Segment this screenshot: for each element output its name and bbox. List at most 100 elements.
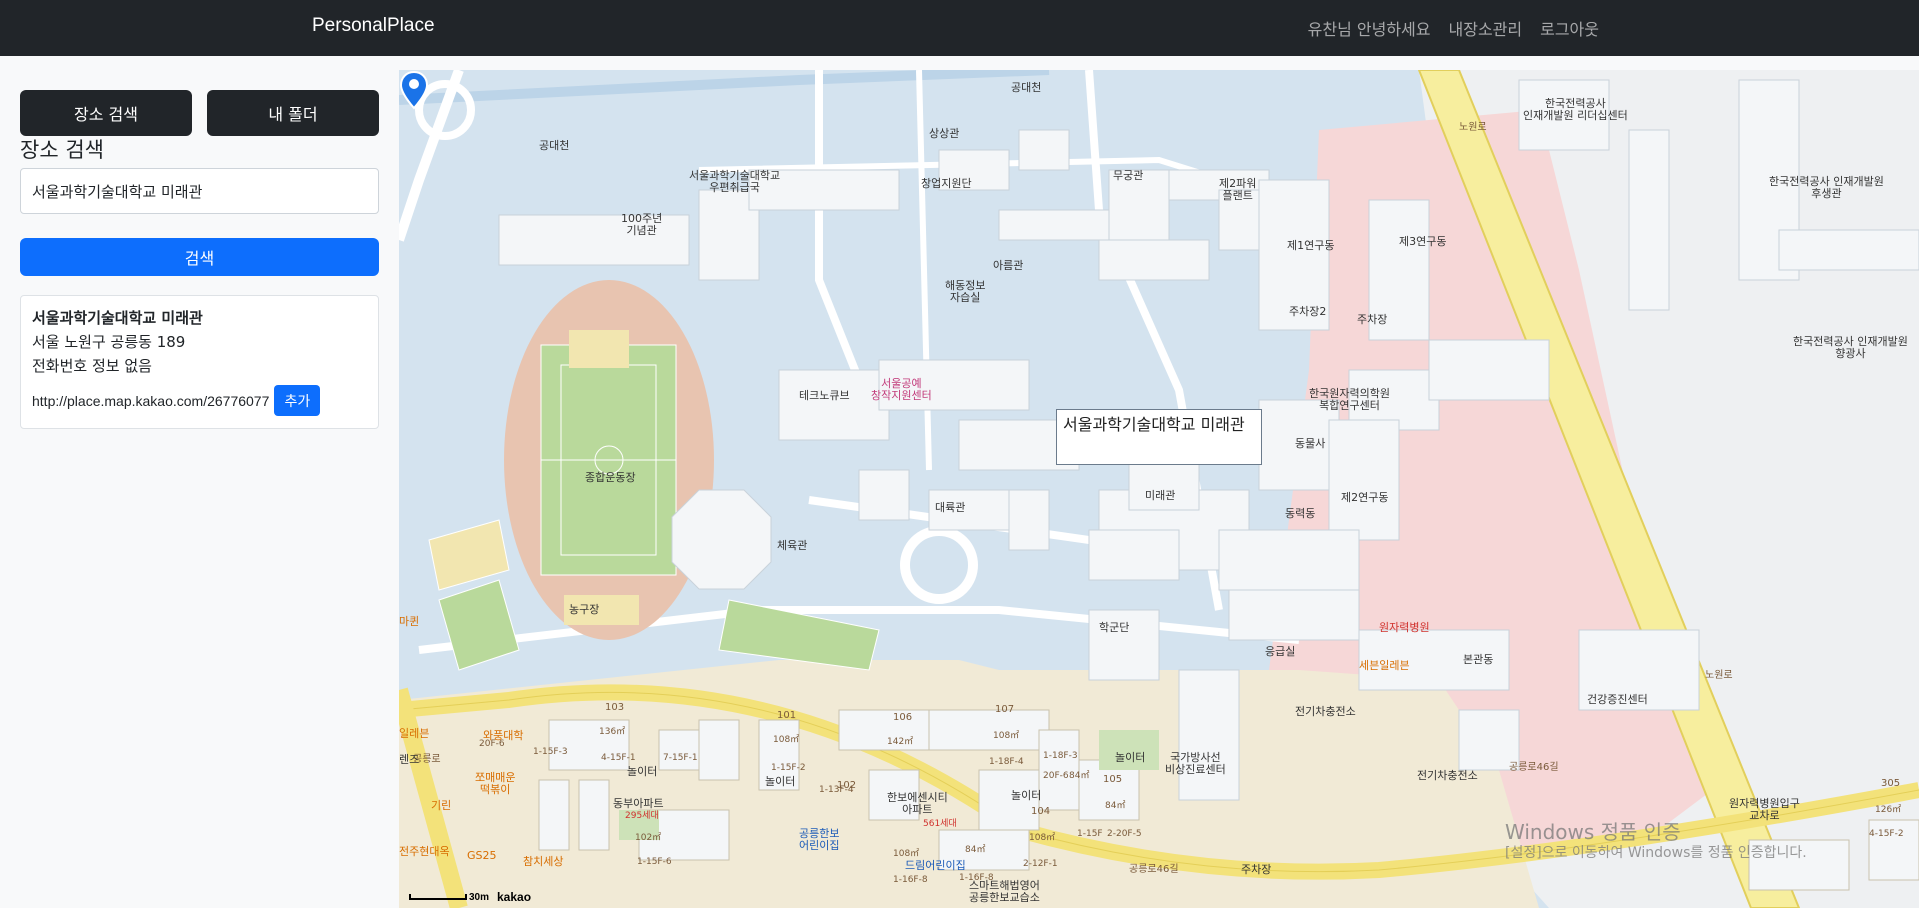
- map-label: 제1연구동: [1287, 239, 1335, 252]
- add-place-button[interactable]: 추가: [274, 385, 321, 416]
- map-label: 체육관: [777, 539, 808, 552]
- map-label: 놀이터: [1011, 789, 1042, 802]
- windows-activation-subtitle: [설정]으로 이동하여 Windows를 정품 인증합니다.: [1505, 845, 1807, 861]
- map-label: 전기차충전소: [1417, 769, 1478, 782]
- map-label: 공릉로46길: [1509, 762, 1559, 773]
- kakao-map[interactable]: 공대천 공대천 상상관 서울과학기술대학교 우편취급국 창업지원단 무궁관 제2…: [399, 70, 1919, 908]
- map-label: 렌즈: [399, 753, 420, 766]
- map-label: 한보에센시티 아파트: [887, 791, 948, 816]
- map-label: 주차장: [1241, 863, 1272, 876]
- map-label: 본관동: [1463, 653, 1494, 666]
- search-result-card[interactable]: 서울과학기술대학교 미래관 서울 노원구 공릉동 189 전화번호 정보 없음 …: [20, 295, 379, 429]
- map-label: 놀이터: [765, 775, 796, 788]
- map-label: 104: [1031, 806, 1051, 817]
- map-label: 서울공예 창작지원센터: [871, 377, 932, 402]
- map-label: 상상관: [929, 127, 960, 140]
- map-label: 기린: [431, 799, 452, 812]
- map-label: 참치세상: [523, 855, 564, 868]
- map-label: 제3연구동: [1399, 235, 1447, 248]
- map-label: 108㎡: [773, 735, 800, 745]
- map-label: 공대천: [1011, 81, 1042, 94]
- map-label: 105: [1103, 774, 1123, 785]
- map-scale-label: 30m: [469, 892, 490, 903]
- map-label: 제2연구동: [1341, 491, 1389, 504]
- place-search-tab-button[interactable]: 장소 검색: [20, 90, 192, 136]
- map-info-window: 서울과학기술대학교 미래관: [1056, 409, 1262, 465]
- map-label: 대륙관: [935, 501, 966, 514]
- map-label: 농구장: [569, 603, 600, 616]
- brand-logo[interactable]: PersonalPlace: [312, 15, 435, 37]
- map-label: 295세대: [625, 811, 659, 821]
- place-search-input[interactable]: [20, 168, 379, 214]
- windows-activation-title: Windows 정품 인증: [1505, 820, 1681, 844]
- result-address: 서울 노원구 공릉동 189: [32, 333, 186, 351]
- map-label: 응급실: [1265, 645, 1296, 658]
- map-label: 4-15F-1: [601, 753, 636, 763]
- map-label: 쪼매매운 떡볶이: [475, 771, 516, 796]
- map-marker-icon[interactable]: [399, 70, 429, 110]
- map-label: 561세대: [923, 819, 957, 829]
- map-label: 주차장: [1357, 313, 1388, 326]
- manage-places-link[interactable]: 내장소관리: [1449, 16, 1523, 40]
- kakao-logo[interactable]: kakao: [497, 890, 531, 904]
- result-url-row: http://place.map.kakao.com/26776077 추가: [32, 385, 321, 416]
- map-label: 1-15F-6: [637, 857, 672, 867]
- navbar: PersonalPlace 유찬님 안녕하세요 내장소관리 로그아웃: [0, 0, 1919, 56]
- map-label: 84㎡: [1105, 801, 1126, 811]
- map-label: 한국전력공사 인재개발원 리더십센터: [1523, 97, 1628, 122]
- map-label: 1-15F: [1077, 829, 1103, 839]
- map-label: 1-18F-4: [989, 757, 1024, 767]
- map-label: 무궁관: [1113, 169, 1144, 182]
- map-label: 창업지원단: [921, 177, 972, 190]
- map-label: 2-20F-5: [1107, 829, 1142, 839]
- map-label: 한국원자력의학원 복합연구센터: [1309, 387, 1390, 412]
- map-label: 1-15F-2: [771, 763, 806, 773]
- map-label: 해동정보 자습실: [945, 279, 986, 304]
- map-label: 7-15F-1: [663, 753, 698, 763]
- map-scale-bar: [409, 894, 467, 900]
- map-label: 101: [777, 710, 797, 721]
- map-label: 103: [605, 702, 625, 713]
- map-label: 서울과학기술대학교 우편취급국: [689, 169, 781, 194]
- map-label: 1-18F-3: [1043, 751, 1078, 761]
- map-label: 1-16F-8: [893, 875, 928, 885]
- nav-links: 유찬님 안녕하세요 내장소관리 로그아웃: [1308, 16, 1599, 40]
- map-label: 한국전력공사 인재개발원 후생관: [1769, 175, 1884, 200]
- map-label: 108㎡: [893, 849, 920, 859]
- map-label: 드림어린이집: [905, 859, 966, 872]
- map-label: 학군단: [1099, 621, 1130, 634]
- map-label: 1-15F-3: [533, 747, 568, 757]
- map-label: 한국전력공사 인재개발원 향광사: [1793, 335, 1908, 360]
- map-label: 테크노큐브: [799, 389, 850, 402]
- map-label: 20F-6: [1043, 771, 1069, 781]
- logout-link[interactable]: 로그아웃: [1540, 16, 1599, 40]
- map-label: 1-13F-4: [819, 785, 854, 795]
- map-label: 건강증진센터: [1587, 693, 1648, 706]
- map-label: 142㎡: [887, 737, 914, 747]
- map-label: 놀이터: [1115, 751, 1146, 764]
- sidebar: 장소 검색 내 폴더 장소 검색 검색 서울과학기술대학교 미래관 서울 노원구…: [0, 70, 399, 908]
- greeting-link[interactable]: 유찬님 안녕하세요: [1308, 16, 1431, 40]
- map-label: 세븐일레븐: [1359, 659, 1410, 672]
- map-label: 마퀸: [399, 615, 420, 628]
- map-label: 노원로: [1705, 670, 1733, 681]
- marker-label: 미래관: [1145, 489, 1176, 502]
- search-button[interactable]: 검색: [20, 238, 379, 276]
- map-label: 노원로: [1459, 122, 1487, 133]
- result-url[interactable]: http://place.map.kakao.com/26776077: [32, 393, 269, 409]
- map-label: GS25: [467, 849, 497, 862]
- map-label: 84㎡: [1069, 771, 1090, 781]
- map-label: 동물사: [1295, 437, 1326, 450]
- map-label: 공대천: [539, 139, 570, 152]
- map-label: 102㎡: [635, 833, 662, 843]
- map-label: 2-12F-1: [1023, 859, 1058, 869]
- map-label: 국가방사선 비상진료센터: [1165, 751, 1226, 776]
- map-label: 아름관: [993, 259, 1024, 272]
- map-label: 주차장2: [1289, 305, 1327, 318]
- map-label: 제2파워 플랜트: [1219, 177, 1257, 202]
- map-label: 305: [1881, 778, 1901, 789]
- section-title: 장소 검색: [20, 138, 104, 162]
- map-label: 놀이터: [627, 765, 658, 778]
- map-label: 20F-6: [479, 739, 505, 749]
- my-folder-tab-button[interactable]: 내 폴더: [207, 90, 379, 136]
